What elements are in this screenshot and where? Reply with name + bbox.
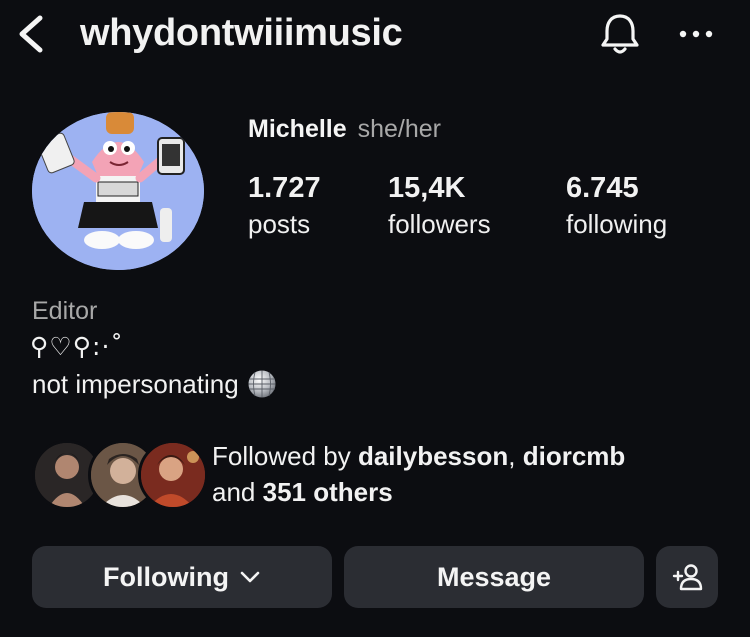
pronouns: she/her	[357, 115, 441, 143]
back-chevron-icon[interactable]	[14, 14, 50, 54]
mutual-avatar	[138, 440, 208, 510]
following-button-label: Following	[103, 561, 229, 592]
bio-text-row: not impersonating	[32, 366, 277, 402]
followed-by-prefix: Followed by	[212, 441, 351, 471]
posts-count: 1.727	[248, 172, 321, 204]
followers-label: followers	[388, 209, 491, 239]
followed-by-text[interactable]: Followed by dailybesson, diorcmb and 351…	[212, 438, 732, 510]
profile-category: Editor	[32, 297, 98, 325]
chevron-down-icon	[240, 571, 260, 583]
bio-symbols: ⚲♡⚲:·˚	[30, 332, 124, 361]
bell-icon[interactable]	[596, 10, 644, 58]
following-count: 6.745	[566, 172, 639, 204]
more-options-icon[interactable]	[676, 20, 716, 48]
mutual-separator: ,	[508, 441, 516, 471]
display-name: Michelle	[248, 115, 347, 143]
mutual-others-count: 351 others	[262, 477, 393, 507]
message-button-label: Message	[436, 561, 552, 592]
mutual-user-1: dailybesson	[357, 441, 509, 471]
message-button[interactable]: Message	[344, 546, 644, 608]
followers-stat[interactable]: 15,4K followers	[388, 170, 491, 242]
profile-username: whydontwiiimusic	[80, 12, 403, 54]
followers-count: 15,4K	[388, 172, 466, 204]
following-button[interactable]: Following	[32, 546, 332, 608]
followed-by-and: and	[212, 477, 256, 507]
following-label: following	[566, 209, 668, 239]
following-stat[interactable]: 6.745 following	[566, 170, 667, 242]
add-user-icon	[672, 564, 703, 591]
mutual-followers-avatars[interactable]	[32, 440, 208, 510]
profile-page: whydontwiiimusic Michelle she/her 1.727 …	[0, 0, 750, 637]
profile-avatar[interactable]	[32, 112, 204, 270]
name-row: Michelle she/her	[248, 112, 441, 146]
avatar-image	[32, 112, 204, 270]
bio-text: not impersonating	[32, 369, 239, 399]
posts-label: posts	[248, 209, 311, 239]
disco-ball-icon	[248, 370, 276, 398]
mutual-user-2: diorcmb	[522, 441, 626, 471]
posts-stat[interactable]: 1.727 posts	[248, 170, 321, 242]
suggest-users-button[interactable]	[656, 546, 718, 608]
